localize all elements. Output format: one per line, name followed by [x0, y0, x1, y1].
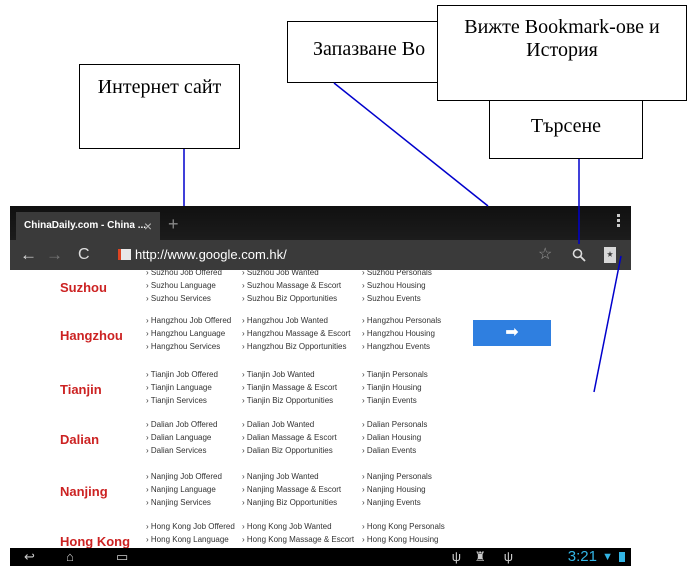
bookmarks-history-icon[interactable]	[604, 247, 616, 263]
category-link[interactable]: › Suzhou Biz Opportunities	[242, 292, 357, 305]
city-name[interactable]: Hong Kong	[60, 534, 130, 548]
category-link[interactable]: › Nanjing Events	[362, 496, 477, 509]
category-link[interactable]: › Hong Kong Massage & Escort	[242, 533, 357, 546]
search-icon[interactable]	[572, 248, 586, 262]
category-link[interactable]: › Nanjing Housing	[362, 483, 477, 496]
category-link[interactable]: › Hangzhou Housing	[362, 327, 477, 340]
back-arrow-icon[interactable]: ←	[20, 240, 37, 270]
usb-connected-icon: ψ	[503, 549, 513, 564]
link-column: › Nanjing Job Wanted › Nanjing Massage & …	[242, 470, 357, 509]
category-link[interactable]: › Hong Kong Personals	[362, 520, 477, 533]
overflow-menu-icon[interactable]	[617, 214, 621, 229]
category-link[interactable]: › Tianjin Housing	[362, 381, 477, 394]
leader-line-saved	[333, 82, 489, 207]
category-link[interactable]: › Tianjin Job Wanted	[242, 368, 357, 381]
city-name[interactable]: Tianjin	[60, 382, 102, 397]
browser-window: ChinaDaily.com - China ... × + ← → C htt…	[10, 206, 631, 566]
nav-recent-apps-icon[interactable]: ▭	[116, 548, 128, 566]
category-link[interactable]: › Tianjin Massage & Escort	[242, 381, 357, 394]
link-column: › Dalian Job Wanted › Dalian Massage & Es…	[242, 418, 357, 457]
category-link[interactable]: › Nanjing Biz Opportunities	[242, 496, 357, 509]
link-column: › Tianjin Job Wanted › Tianjin Massage & …	[242, 368, 357, 407]
new-tab-button[interactable]: +	[168, 214, 179, 235]
link-column: › Suzhou Personals › Suzhou Housing › Suzh…	[362, 270, 477, 305]
android-debug-icon: ♜	[474, 549, 486, 564]
category-link[interactable]: › Dalian Housing	[362, 431, 477, 444]
link-column: › Hangzhou Job Wanted › Hangzhou Massage …	[242, 314, 357, 353]
category-link[interactable]: › Hong Kong Housing	[362, 533, 477, 546]
category-link[interactable]: › Tianjin Biz Opportunities	[242, 394, 357, 407]
tab-title: ChinaDaily.com - China ...	[24, 220, 147, 231]
favicon-icon	[118, 249, 131, 260]
category-link[interactable]: › Dalian Events	[362, 444, 477, 457]
link-column: › Hong Kong Personals › Hong Kong Housing	[362, 520, 477, 548]
category-link[interactable]: › Suzhou Job Wanted	[242, 270, 357, 279]
city-name[interactable]: Nanjing	[60, 484, 108, 499]
wifi-icon: ▼	[602, 551, 613, 563]
forward-arrow-icon[interactable]: →	[46, 240, 63, 270]
category-link[interactable]: › Nanjing Personals	[362, 470, 477, 483]
category-link[interactable]: › Nanjing Job Wanted	[242, 470, 357, 483]
city-name[interactable]: Suzhou	[60, 280, 107, 295]
category-link[interactable]: › Hong Kong Job Wanted	[242, 520, 357, 533]
category-link[interactable]: › Tianjin Events	[362, 394, 477, 407]
category-link[interactable]: › Hangzhou Massage & Escort	[242, 327, 357, 340]
clock: 3:21	[567, 548, 597, 565]
nav-back-icon[interactable]: ↩	[24, 548, 35, 566]
link-column: › Tianjin Personals › Tianjin Housing › Ti…	[362, 368, 477, 407]
category-link[interactable]: › Hangzhou Events	[362, 340, 477, 353]
browser-toolbar: ← → C http://www.google.com.hk/ ☆	[10, 240, 631, 270]
link-column: › Suzhou Job Wanted › Suzhou Massage & Es…	[242, 270, 357, 305]
category-link[interactable]: › Hangzhou Job Wanted	[242, 314, 357, 327]
city-name[interactable]: Dalian	[60, 432, 99, 447]
close-icon[interactable]: ×	[144, 212, 152, 240]
tab-bar: ChinaDaily.com - China ... × +	[10, 206, 631, 240]
category-link[interactable]: › Dalian Biz Opportunities	[242, 444, 357, 457]
tab-chinadaily[interactable]: ChinaDaily.com - China ... ×	[16, 212, 160, 240]
category-link[interactable]: › Suzhou Personals	[362, 270, 477, 279]
callout-search: Търсене	[489, 98, 643, 159]
category-link[interactable]: › Tianjin Personals	[362, 368, 477, 381]
category-link[interactable]: › Nanjing Massage & Escort	[242, 483, 357, 496]
system-bar: ↩ ⌂ ▭ ψ ♜ ψ 3:21 ▼	[10, 548, 631, 566]
category-link[interactable]: › Hangzhou Personals	[362, 314, 477, 327]
callout-website: Интернет сайт	[79, 64, 240, 149]
web-page-content: Suzhou › Suzhou Job Offered › Suzhou Langu…	[10, 270, 631, 548]
category-link[interactable]: › Suzhou Events	[362, 292, 477, 305]
category-link[interactable]: › Suzhou Housing	[362, 279, 477, 292]
reload-icon[interactable]: C	[78, 240, 90, 270]
arrow-button[interactable]: ➡	[473, 320, 551, 346]
link-column: › Nanjing Personals › Nanjing Housing › Na…	[362, 470, 477, 509]
usb-icon: ψ	[451, 549, 461, 564]
star-bookmark-icon[interactable]: ☆	[538, 240, 552, 270]
link-column: › Dalian Personals › Dalian Housing › Dali…	[362, 418, 477, 457]
link-column: › Hangzhou Personals › Hangzhou Housing › …	[362, 314, 477, 353]
nav-home-icon[interactable]: ⌂	[66, 548, 84, 566]
url-field[interactable]: http://www.google.com.hk/	[135, 240, 287, 270]
category-link[interactable]: › Dalian Job Wanted	[242, 418, 357, 431]
category-link[interactable]: › Dalian Personals	[362, 418, 477, 431]
link-column: › Hong Kong Job Wanted › Hong Kong Massag…	[242, 520, 357, 548]
city-row: Hong Kong › Hong Kong Job Offered › Hong K…	[10, 520, 631, 548]
city-name[interactable]: Hangzhou	[60, 328, 123, 343]
category-link[interactable]: › Suzhou Massage & Escort	[242, 279, 357, 292]
callout-bookmarks-history: Вижте Bookmark-ове и История	[437, 5, 687, 101]
battery-icon	[619, 552, 625, 562]
category-link[interactable]: › Hangzhou Biz Opportunities	[242, 340, 357, 353]
city-row: Dalian › Dalian Job Offered › Dalian Langu…	[10, 418, 631, 478]
category-link[interactable]: › Dalian Massage & Escort	[242, 431, 357, 444]
